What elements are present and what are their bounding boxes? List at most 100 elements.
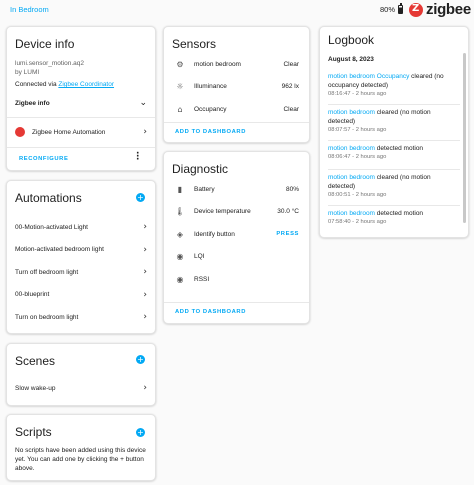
divider	[328, 140, 460, 141]
battery-status: 80%	[380, 3, 404, 14]
integration-row[interactable]: Zigbee Home Automation ›	[7, 125, 155, 139]
battery-icon: ▮	[177, 184, 183, 194]
diagnostic-value: 30.0 °C	[277, 208, 299, 215]
log-time: 07:58:40 - 2 hours ago	[328, 219, 387, 225]
chevron-right-icon: ›	[143, 289, 147, 300]
log-line: motion bedroom cleared (no motion	[328, 108, 460, 117]
card-title: Scripts	[15, 425, 52, 439]
list-item[interactable]: Turn off bedroom light ›	[7, 266, 155, 278]
back-link[interactable]: In Bedroom	[10, 5, 49, 14]
list-item[interactable]: 00-Motion-activated Light ›	[7, 221, 155, 233]
zigbee-info-expander[interactable]: Zigbee info ⌄	[7, 97, 155, 109]
log-text: occupancy detected)	[328, 82, 388, 89]
log-text: detected)	[328, 118, 356, 125]
log-entity-link[interactable]: Occupancy	[377, 73, 410, 80]
sensor-label: Occupancy	[194, 105, 227, 113]
add-scene-button[interactable]: +	[136, 355, 145, 364]
log-text: cleared (no	[409, 73, 444, 80]
log-time: 08:07:57 - 2 hours ago	[328, 127, 387, 133]
card-title: Logbook	[328, 33, 375, 47]
log-text: cleared (no motion	[374, 174, 431, 181]
log-entry: motion bedroom detected motion 08:06:47 -…	[328, 144, 460, 161]
brightness-icon: ☼	[176, 82, 184, 91]
card-title: Diagnostic	[172, 162, 229, 176]
sensors-card: Sensors ⚙ motion bedroom Clear ☼ Illuminance…	[163, 26, 310, 143]
diagnostic-label: LQI	[194, 253, 205, 260]
scrollbar[interactable]	[463, 53, 466, 223]
automation-label: Motion-activated bedroom light	[15, 246, 104, 253]
diagnostic-row[interactable]: ◉ RSSI	[164, 273, 309, 285]
list-item[interactable]: 00-blueprint ›	[7, 289, 155, 301]
diagnostic-row[interactable]: ◉ LQI	[164, 251, 309, 263]
chevron-right-icon: ›	[143, 267, 147, 277]
log-text: detected motion	[374, 210, 424, 217]
chevron-right-icon: ›	[143, 222, 147, 232]
device-manufacturer: by LUMI	[15, 69, 40, 76]
diagnostic-row[interactable]: 🌡 Device temperature 30.0 °C	[164, 206, 309, 218]
log-line: motion bedroom detected motion	[328, 144, 460, 153]
list-item[interactable]: Motion-activated bedroom light ›	[7, 244, 155, 256]
diagnostic-row[interactable]: ▮ Battery 80%	[164, 183, 309, 195]
automation-label: 00-Motion-activated Light	[15, 223, 88, 231]
divider	[7, 147, 155, 148]
scripts-empty-text: No scripts have been added using this de…	[15, 447, 146, 472]
log-entity-link[interactable]: motion bedroom	[328, 210, 375, 217]
diagnostic-label: RSSI	[194, 275, 210, 283]
log-line: motion bedroom cleared (no motion	[328, 173, 460, 182]
log-text: cleared (no motion	[374, 109, 431, 116]
log-text: detected)	[328, 183, 356, 190]
diagnostic-value: 80%	[285, 185, 299, 193]
top-bar: In Bedroom 80% zigbee	[0, 0, 474, 22]
log-time: 08:16:47 - 2 hours ago	[328, 91, 387, 97]
battery-icon	[398, 3, 404, 14]
add-automation-button[interactable]: +	[136, 193, 145, 202]
sensor-row[interactable]: ⚙ motion bedroom Clear	[164, 58, 309, 70]
log-entry: motion bedroom cleared (no motion detecte…	[328, 108, 460, 134]
sensor-value: Clear	[283, 60, 299, 68]
eye-icon: ◉	[176, 252, 184, 261]
automations-card: Automations + 00-Motion-activated Light ›…	[6, 180, 156, 334]
more-options-icon[interactable]: · · ·	[136, 150, 139, 165]
chevron-right-icon: ›	[143, 312, 147, 322]
log-time: 08:00:51 - 2 hours ago	[328, 192, 387, 198]
integration-label: Zigbee Home Automation	[32, 128, 106, 136]
log-entity-link[interactable]: motion bedroom	[328, 174, 375, 181]
card-title: Scenes	[15, 354, 56, 368]
coordinator-link[interactable]: Zigbee Coordinator	[58, 81, 114, 88]
home-icon: ⌂	[177, 104, 183, 114]
chevron-right-icon: ›	[143, 383, 147, 393]
sensor-row[interactable]: ☼ Illuminance 962 lx	[164, 81, 309, 93]
diagnostic-label: Battery	[194, 185, 215, 193]
zigbee-logo-icon	[409, 2, 423, 17]
sensor-label: Illuminance	[194, 83, 227, 90]
reconfigure-button[interactable]: RECONFIGURE	[19, 156, 68, 162]
motion-sensor-icon: ⚙	[176, 59, 184, 69]
list-item[interactable]: Turn on bedroom light ›	[7, 311, 155, 323]
log-entity-link[interactable]: motion bedroom	[328, 109, 375, 116]
add-to-dashboard-button[interactable]: ADD TO DASHBOARD	[175, 309, 246, 315]
chevron-right-icon: ›	[143, 127, 147, 137]
card-title: Sensors	[172, 37, 217, 51]
add-to-dashboard-button[interactable]: ADD TO DASHBOARD	[175, 129, 246, 135]
card-title: Automations	[15, 191, 82, 205]
diagnostic-card: Diagnostic ▮ Battery 80% 🌡 Device temperatur…	[163, 151, 310, 324]
divider	[328, 169, 460, 170]
automation-label: Turn on bedroom light	[15, 313, 79, 321]
diagnostic-row[interactable]: ◈ Identify button PRESS	[164, 228, 309, 240]
add-script-button[interactable]: +	[136, 428, 145, 437]
battery-percent: 80%	[380, 5, 396, 14]
sensor-value: 962 lx	[281, 83, 299, 90]
sensor-row[interactable]: ⌂ Occupancy Clear	[164, 103, 309, 115]
log-entity-link[interactable]: motion bedroom	[328, 145, 375, 152]
list-item[interactable]: Slow wake-up ›	[7, 382, 155, 394]
divider	[328, 205, 460, 206]
log-line: motion bedroom Occupancy cleared (no	[328, 72, 460, 81]
log-entry: motion bedroom Occupancy cleared (no occu…	[328, 72, 460, 98]
identify-press-button[interactable]: PRESS	[276, 231, 299, 237]
log-entry: motion bedroom cleared (no motion detecte…	[328, 173, 460, 199]
eye-icon: ◉	[176, 274, 184, 284]
diagnostic-label: Identify button	[194, 230, 235, 238]
device-model: lumi.sensor_motion.aq2	[15, 60, 85, 67]
log-text: detected motion	[374, 145, 424, 152]
log-entity-link[interactable]: motion bedroom	[328, 73, 375, 80]
